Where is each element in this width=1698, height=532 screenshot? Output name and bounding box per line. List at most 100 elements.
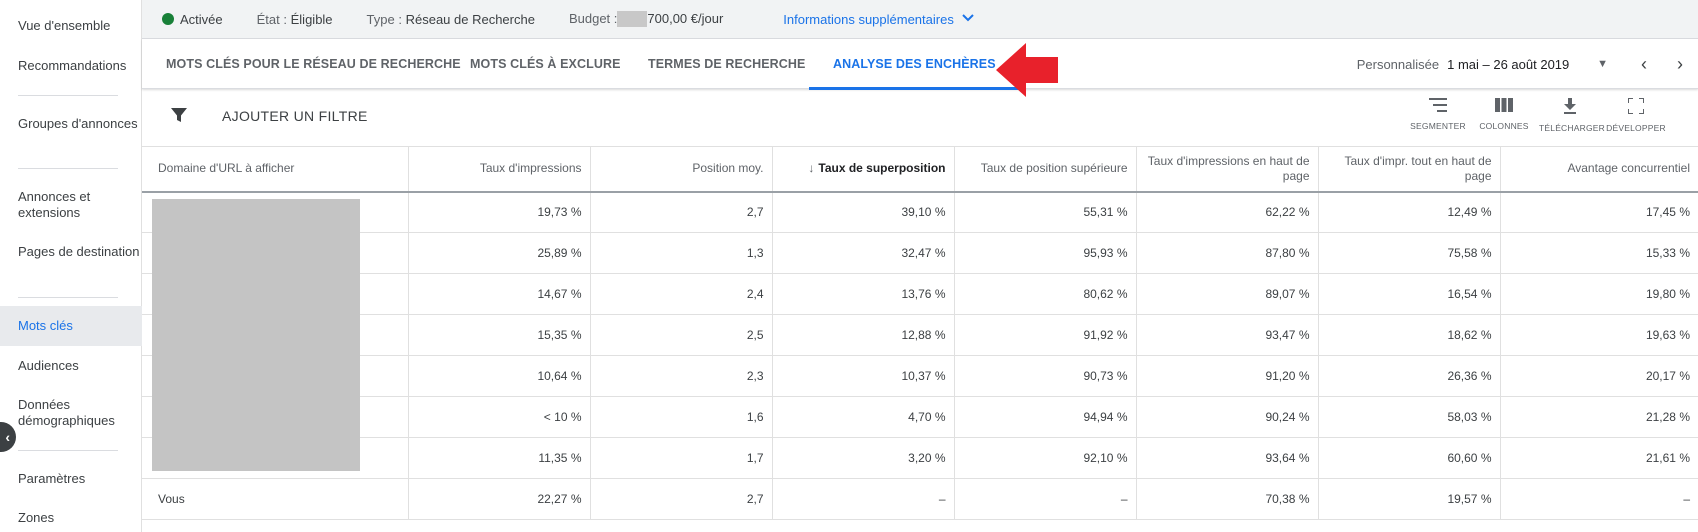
table-cell: 20,17 %	[1500, 355, 1698, 397]
columns-button[interactable]: COLONNES	[1473, 98, 1535, 134]
campaign-eligibility: État : Éligible	[257, 12, 333, 27]
table-cell: 95,93 %	[954, 232, 1137, 274]
table-cell: 4,70 %	[772, 396, 955, 438]
more-info-link[interactable]: Informations supplémentaires	[783, 12, 974, 27]
table-cell: 89,07 %	[1136, 273, 1319, 315]
fullscreen-icon	[1628, 98, 1644, 114]
keyword-tabs: MOTS CLÉS POUR LE RÉSEAU DE RECHERCHE MO…	[142, 39, 1698, 97]
tab-auction-insights[interactable]: ANALYSE DES ENCHÈRES	[809, 39, 1020, 90]
download-button[interactable]: TÉLÉCHARGER	[1539, 98, 1605, 136]
table-cell: 3,20 %	[772, 437, 955, 479]
table-cell: 32,47 %	[772, 232, 955, 274]
expand-button[interactable]: DÉVELOPPER	[1605, 98, 1667, 136]
table-cell: 62,22 %	[1136, 191, 1319, 233]
table-row: 10,64 % 2,3 10,37 % 90,73 % 91,20 % 26,36 % 20…	[142, 355, 1698, 397]
table-cell: 58,03 %	[1318, 396, 1501, 438]
sidebar-item-keywords[interactable]: Mots clés	[0, 306, 142, 346]
table-row: 19,73 % 2,7 39,10 % 55,31 % 62,22 % 12,49 % 17…	[142, 191, 1698, 233]
sidebar-item-audiences[interactable]: Audiences	[18, 358, 140, 374]
table-cell: 12,88 %	[772, 314, 955, 356]
sort-down-arrow-icon: ↓	[808, 161, 815, 176]
table-cell: 19,80 %	[1500, 273, 1698, 315]
table-cell: 17,45 %	[1500, 191, 1698, 233]
table-cell: 15,35 %	[408, 314, 591, 356]
column-header-overlap-rate[interactable]: ↓ Taux de superposition	[772, 146, 955, 193]
table-cell: 1,7	[590, 437, 773, 479]
campaign-status: Activée	[180, 11, 223, 27]
table-cell: 19,63 %	[1500, 314, 1698, 356]
eligibility-value: Éligible	[290, 11, 333, 27]
sidebar-item-recommendations[interactable]: Recommandations	[18, 58, 140, 74]
sidebar-item-ads-extensions[interactable]: Annonces et extensions	[18, 189, 140, 221]
table-cell: 11,35 %	[408, 437, 591, 479]
segment-button[interactable]: SEGMENTER	[1407, 98, 1469, 134]
table-row: 14,67 % 2,4 13,76 % 80,62 % 89,07 % 16,54 % 19…	[142, 273, 1698, 315]
expand-label: DÉVELOPPER	[1606, 123, 1666, 133]
date-range-picker[interactable]: Personnalisée 1 mai – 26 août 2019 ▼ ‹ ›	[1357, 39, 1698, 89]
table-cell: 90,73 %	[954, 355, 1137, 397]
table-cell: –	[772, 478, 955, 520]
table-cell: 15,33 %	[1500, 232, 1698, 274]
chevron-left-icon[interactable]: ‹	[1626, 54, 1662, 75]
column-header-outranking-share[interactable]: Avantage concurrentiel	[1500, 146, 1698, 193]
table-cell: 87,80 %	[1136, 232, 1319, 274]
column-header-label: Taux d'impressions	[479, 161, 582, 176]
more-info-label: Informations supplémentaires	[783, 11, 954, 27]
filter-icon[interactable]	[170, 106, 188, 124]
sidebar-item-overview[interactable]: Vue d'ensemble	[18, 18, 140, 34]
table-cell: 94,94 %	[954, 396, 1137, 438]
add-filter-button[interactable]: AJOUTER UN FILTRE	[222, 108, 368, 124]
dropdown-arrow-icon[interactable]: ▼	[1597, 58, 1608, 70]
sidebar-item-settings[interactable]: Paramètres	[18, 471, 140, 487]
table-cell: 18,62 %	[1318, 314, 1501, 356]
budget-key: Budget :	[568, 10, 618, 26]
table-row: < 10 % 1,6 4,70 % 94,94 % 90,24 % 58,03 % 21,2…	[142, 396, 1698, 438]
table-cell: 25,89 %	[408, 232, 591, 274]
sidebar-item-landing-pages[interactable]: Pages de destination	[18, 244, 140, 260]
column-header-label: Domaine d'URL à afficher	[158, 161, 295, 176]
column-header-label: Position moy.	[692, 161, 764, 176]
table-cell: 19,73 %	[408, 191, 591, 233]
table-cell: 93,47 %	[1136, 314, 1319, 356]
column-header-domain[interactable]: Domaine d'URL à afficher	[142, 146, 409, 193]
table-cell: 2,7	[590, 478, 773, 520]
table-cell: 26,36 %	[1318, 355, 1501, 397]
status-dot-icon	[162, 13, 174, 25]
main-panel: MOTS CLÉS POUR LE RÉSEAU DE RECHERCHE MO…	[142, 38, 1698, 532]
table-cell-domain: Vous	[142, 478, 409, 520]
table-cell: 75,58 %	[1318, 232, 1501, 274]
date-range-label: Personnalisée	[1356, 56, 1440, 72]
segment-label: SEGMENTER	[1410, 121, 1466, 131]
sidebar-item-locations[interactable]: Zones	[18, 510, 140, 526]
table-cell: 70,38 %	[1136, 478, 1319, 520]
table-cell: 1,6	[590, 396, 773, 438]
table-cell: 2,3	[590, 355, 773, 397]
column-header-label: Avantage concurrentiel	[1567, 161, 1690, 176]
eligibility-key: État :	[256, 11, 287, 27]
column-header-impression-share[interactable]: Taux d'impressions	[408, 146, 591, 193]
tab-search-keywords[interactable]: MOTS CLÉS POUR LE RÉSEAU DE RECHERCHE	[166, 39, 461, 89]
table-cell: 60,60 %	[1318, 437, 1501, 479]
table-cell: 10,64 %	[408, 355, 591, 397]
column-header-avg-position[interactable]: Position moy.	[590, 146, 773, 193]
chevron-right-icon[interactable]: ›	[1662, 54, 1698, 75]
sidebar-divider	[18, 450, 118, 451]
campaign-type: Type : Réseau de Recherche	[367, 12, 535, 27]
table-cell: 2,5	[590, 314, 773, 356]
auction-insights-table: Domaine d'URL à afficher Taux d'impressi…	[142, 146, 1698, 520]
table-cell: 19,57 %	[1318, 478, 1501, 520]
columns-icon	[1495, 98, 1513, 112]
sidebar-item-ad-groups[interactable]: Groupes d'annonces	[18, 116, 140, 132]
tab-search-terms[interactable]: TERMES DE RECHERCHE	[648, 39, 805, 89]
column-header-position-above-rate[interactable]: Taux de position supérieure	[954, 146, 1137, 193]
table-cell: 13,76 %	[772, 273, 955, 315]
table-toolbar: AJOUTER UN FILTRE SEGMENTER COLONNES TÉL…	[142, 90, 1698, 146]
column-header-top-of-page-rate[interactable]: Taux d'impressions en haut de page	[1136, 146, 1319, 193]
type-key: Type :	[366, 11, 402, 27]
table-cell: < 10 %	[408, 396, 591, 438]
tab-negative-keywords[interactable]: MOTS CLÉS À EXCLURE	[470, 39, 621, 89]
column-header-abs-top-of-page-rate[interactable]: Taux d'impr. tout en haut de page	[1318, 146, 1501, 193]
sidebar-item-demographics[interactable]: Données démographiques	[18, 397, 140, 429]
redacted-domain-block	[152, 199, 360, 471]
column-header-label: Taux d'impressions en haut de page	[1147, 153, 1310, 183]
